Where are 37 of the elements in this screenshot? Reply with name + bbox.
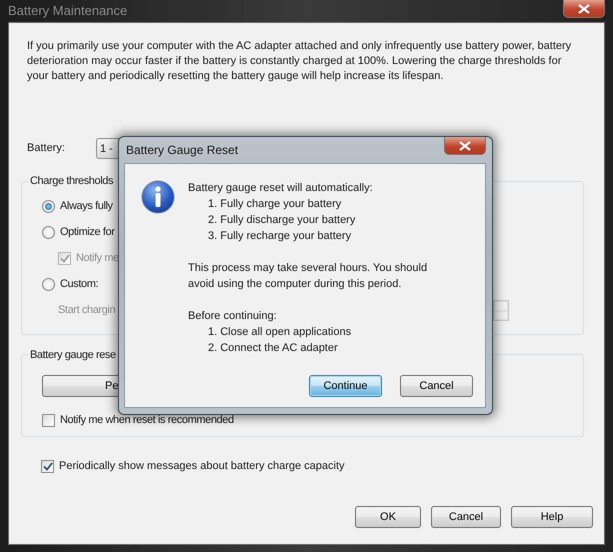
dialog-text: Before continuing:: [188, 309, 278, 324]
option-label: Notify me: [76, 251, 119, 266]
list-item: 3. Fully recharge your battery: [207, 229, 352, 244]
option-label: Custom:: [60, 277, 98, 292]
continue-button[interactable]: Continue: [309, 375, 382, 397]
dialog-button[interactable]: Cancel: [431, 506, 501, 528]
option-label: Notify me when reset is recommended: [60, 412, 234, 428]
group-title: Charge thresholds: [29, 174, 114, 189]
option-label: Start chargin: [58, 303, 116, 318]
group-title: Battery gauge rese: [29, 348, 117, 362]
list-item: 1. Close all open applications: [207, 325, 352, 340]
close-button[interactable]: [563, 0, 605, 18]
radio-button[interactable]: [42, 226, 55, 239]
close-button[interactable]: [444, 137, 486, 155]
dialog-text: Battery gauge reset will automatically:: [188, 181, 374, 196]
list-item: 1. Fully charge your battery: [207, 197, 342, 212]
checkbox[interactable]: [41, 460, 54, 472]
spin-control[interactable]: [493, 300, 509, 321]
list-item: 2. Fully discharge your battery: [207, 213, 356, 228]
battery-label: Battery:: [27, 141, 66, 156]
option-label: Always fully: [60, 199, 113, 214]
close-icon: [459, 140, 471, 150]
cancel-button[interactable]: Cancel: [400, 375, 473, 397]
radio-button[interactable]: [42, 278, 55, 291]
window-title: Battery Maintenance: [8, 2, 128, 20]
description-text: If you primarily use your computer with the AC adapter attached and only infrequently use battery power, battery deterioration may occur faster if the battery is constantly charged at 100%. Lowering the charge thresholds for your battery and periodically resetting the battery gauge will help increase its lifespan.: [27, 39, 572, 84]
dialog-text: This process may take several hours. You should avoid using the computer during this period.: [188, 261, 428, 292]
option-label: Optimize for: [60, 225, 114, 240]
list-item: 2. Connect the AC adapter: [207, 341, 339, 356]
option-label: Periodically show messages about battery charge capacity: [59, 458, 345, 474]
dialog-button[interactable]: OK: [355, 506, 421, 528]
dialog-title: Battery Gauge Reset: [126, 142, 238, 159]
close-icon: [578, 4, 590, 14]
dialog-button[interactable]: Help: [511, 506, 593, 528]
information-icon: [141, 180, 175, 214]
radio-button[interactable]: [42, 200, 55, 213]
checkbox[interactable]: [42, 414, 55, 426]
